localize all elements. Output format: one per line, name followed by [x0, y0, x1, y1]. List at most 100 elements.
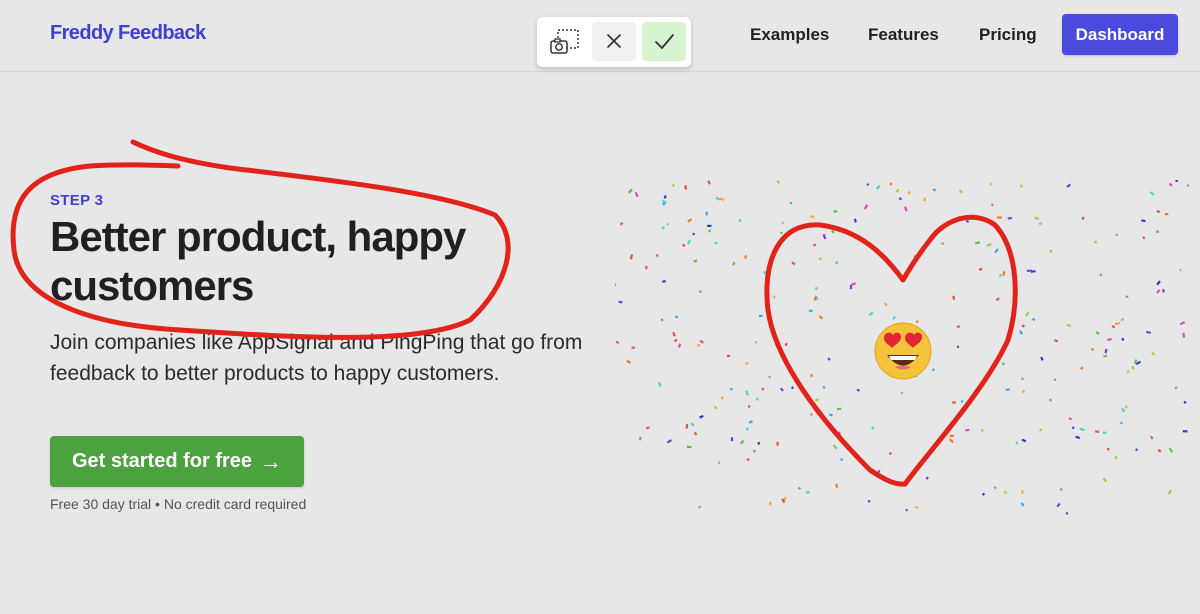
cancel-capture-button[interactable]: [592, 22, 636, 61]
confetti-piece: [699, 414, 704, 419]
confetti-piece: [1162, 288, 1165, 293]
confetti-piece: [1168, 447, 1174, 453]
confetti-piece: [707, 180, 711, 185]
confetti-piece: [754, 340, 758, 344]
confetti-piece: [1125, 405, 1128, 409]
confetti-piece: [822, 233, 827, 240]
confetti-piece: [1120, 317, 1125, 322]
brand-logo[interactable]: Freddy Feedback: [50, 22, 206, 45]
confetti-piece: [941, 242, 945, 246]
confetti-piece: [1104, 348, 1108, 354]
confetti-piece: [1164, 212, 1169, 216]
confetti-piece: [1102, 431, 1107, 434]
confetti-piece: [871, 426, 875, 430]
confetti-piece: [932, 188, 937, 192]
confetti-piece: [779, 231, 783, 235]
confetti-piece: [989, 182, 993, 186]
confetti-piece: [952, 295, 956, 300]
confetti-piece: [677, 343, 682, 348]
confetti-piece: [662, 280, 666, 283]
confetti-piece: [889, 182, 893, 186]
confetti-piece: [1142, 236, 1146, 240]
confetti-piece: [1001, 362, 1005, 366]
confetti-piece: [900, 391, 904, 395]
confetti-piece: [738, 218, 742, 223]
confetti-piece: [1156, 289, 1161, 294]
confetti-piece: [1106, 448, 1110, 451]
confetti-piece: [981, 429, 984, 432]
screenshot-region-button[interactable]: [542, 22, 586, 61]
confetti-piece: [1126, 370, 1130, 373]
confetti-piece: [974, 240, 981, 245]
confetti-piece: [1131, 365, 1135, 370]
confetti-piece: [720, 396, 725, 400]
get-started-button[interactable]: Get started for free →: [50, 436, 304, 487]
confetti-piece: [1150, 435, 1154, 440]
screenshot-region-icon: [550, 29, 579, 54]
confetti-piece: [1182, 332, 1186, 338]
confetti-piece: [619, 221, 624, 226]
confetti-piece: [1039, 428, 1042, 432]
confetti-piece: [629, 254, 634, 260]
confetti-piece: [726, 354, 731, 358]
confetti-piece: [1111, 324, 1116, 329]
confetti-piece: [1117, 321, 1121, 325]
confetti-piece: [978, 267, 983, 271]
confetti-piece: [1021, 490, 1024, 494]
confetti-piece: [685, 423, 689, 429]
confetti-piece: [698, 290, 702, 294]
confetti-piece: [744, 254, 748, 259]
confetti-piece: [810, 413, 813, 416]
dashboard-button[interactable]: Dashboard: [1062, 14, 1178, 55]
confetti-piece: [1020, 502, 1025, 507]
confetti-piece: [645, 265, 648, 270]
confetti-piece: [1004, 491, 1007, 494]
nav-features[interactable]: Features: [868, 25, 939, 45]
confetti-piece: [1065, 512, 1069, 515]
confetti-piece: [1079, 366, 1084, 371]
confetti-piece: [913, 254, 917, 259]
confetti-piece: [1026, 269, 1032, 273]
confetti-piece: [707, 224, 712, 227]
confetti-piece: [1149, 191, 1155, 196]
confetti-piece: [958, 189, 964, 194]
confetti-piece: [949, 434, 954, 438]
confetti-piece: [1178, 268, 1183, 272]
confetti-piece: [698, 505, 701, 509]
confetti-piece: [769, 501, 772, 506]
confetti-piece: [1114, 455, 1118, 460]
confetti-piece: [1071, 426, 1075, 430]
confetti-piece: [690, 422, 695, 427]
confetti-piece: [1095, 331, 1100, 335]
confetti-piece: [828, 413, 833, 417]
confetti-piece: [666, 222, 670, 226]
hero-subtext: Join companies like AppSignal and PingPi…: [50, 331, 583, 385]
confetti-piece: [789, 202, 793, 205]
confetti-piece: [1103, 354, 1108, 358]
confetti-piece: [692, 232, 696, 236]
nav-examples[interactable]: Examples: [750, 25, 829, 45]
confetti-piece: [1121, 337, 1125, 341]
confetti-piece: [773, 295, 776, 299]
confetti-piece: [1168, 182, 1173, 187]
confetti-piece: [1049, 398, 1052, 402]
confetti-piece: [1175, 180, 1178, 182]
nav-pricing[interactable]: Pricing: [979, 25, 1037, 45]
confetti-piece: [1081, 216, 1085, 220]
confetti-piece: [729, 387, 733, 391]
confetti-piece: [1007, 216, 1013, 220]
confetti-piece: [761, 387, 765, 391]
confirm-capture-button[interactable]: [642, 22, 686, 61]
confetti-piece: [1121, 407, 1126, 413]
confetti-piece: [1019, 184, 1024, 188]
confetti-piece: [1005, 388, 1010, 392]
confetti-piece: [834, 483, 839, 489]
confetti-piece: [888, 451, 893, 456]
confetti-piece: [907, 190, 911, 195]
confetti-piece: [639, 436, 642, 441]
confetti-piece: [1013, 297, 1019, 303]
confetti-piece: [663, 195, 667, 199]
confetti-piece: [1106, 337, 1112, 342]
confetti-piece: [995, 297, 1000, 302]
confetti-piece: [686, 445, 692, 449]
